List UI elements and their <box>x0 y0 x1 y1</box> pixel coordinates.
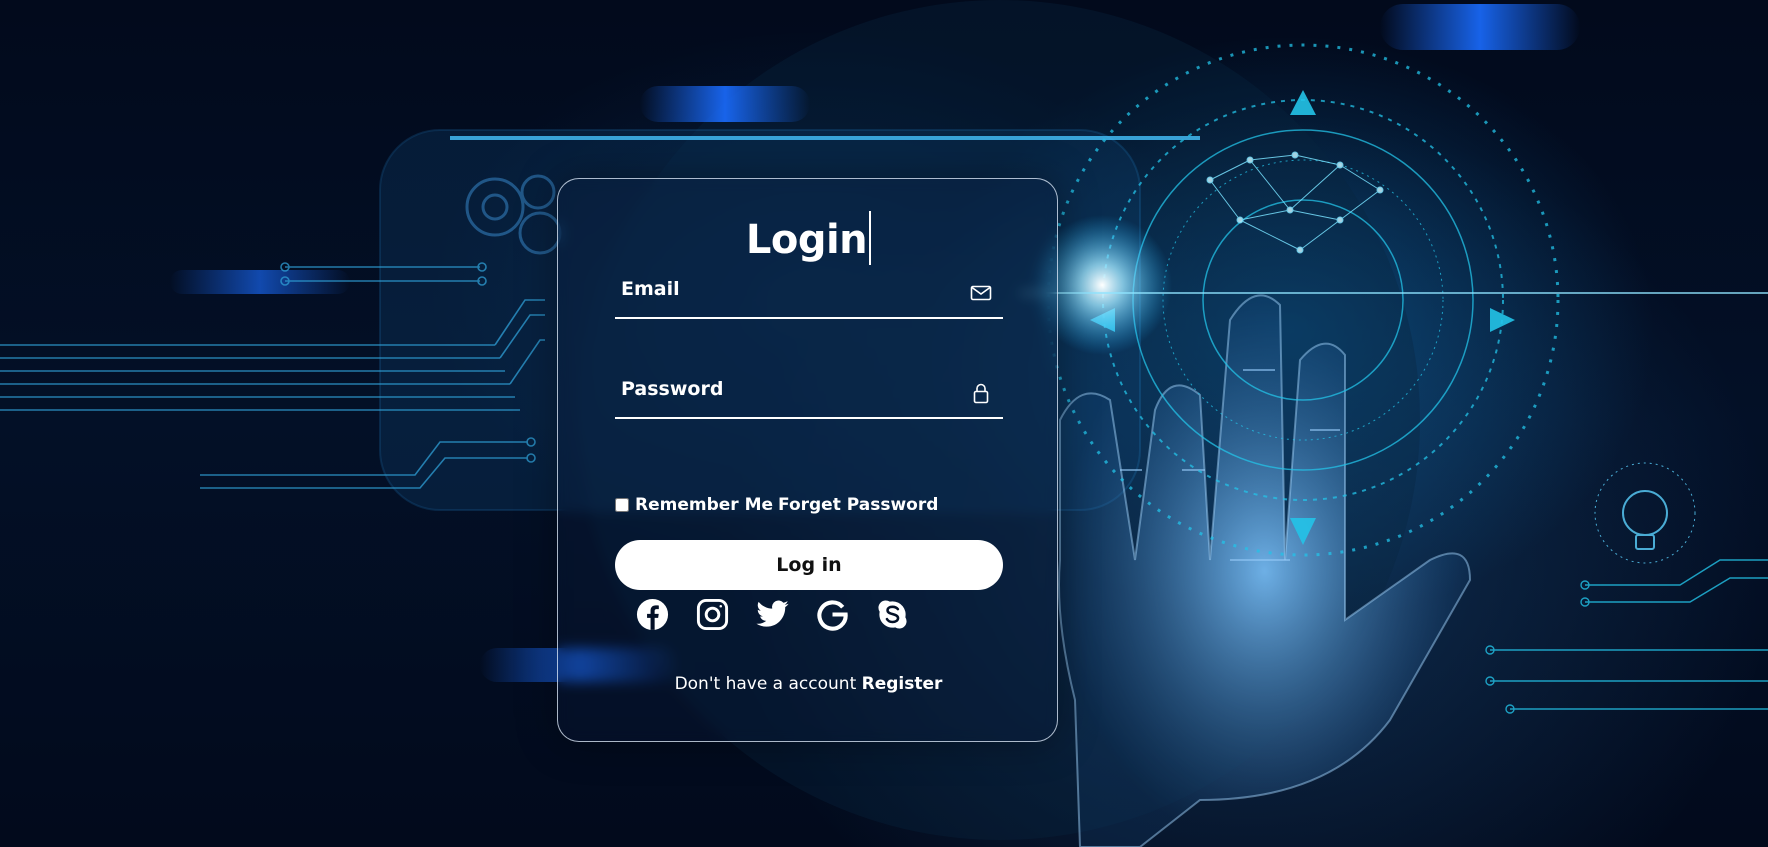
google-icon[interactable] <box>815 597 850 632</box>
facebook-icon[interactable] <box>635 597 670 632</box>
login-title-text: Login <box>745 217 868 263</box>
email-input[interactable] <box>615 265 955 313</box>
remember-checkbox[interactable] <box>615 498 629 512</box>
remember-row: Remember Me Forget Password <box>615 495 938 515</box>
text-caret <box>869 211 872 265</box>
lock-icon <box>969 381 993 405</box>
password-field-group <box>615 365 1003 419</box>
email-field-group <box>615 265 1003 319</box>
register-prompt-text: Don't have a account <box>674 674 857 694</box>
forget-password-link[interactable]: Forget Password <box>778 495 938 515</box>
login-card: Login Remember Me Forget P <box>557 178 1058 742</box>
remember-label: Remember Me <box>635 495 774 515</box>
register-link[interactable]: Register <box>862 674 943 694</box>
login-button[interactable]: Log in <box>615 540 1003 590</box>
password-input[interactable] <box>615 365 955 413</box>
twitter-icon[interactable] <box>755 597 790 632</box>
register-prompt: Don't have a account Register <box>558 674 1059 694</box>
instagram-icon[interactable] <box>695 597 730 632</box>
login-title: Login <box>558 211 1059 265</box>
envelope-icon <box>969 281 993 305</box>
skype-icon[interactable] <box>875 597 910 632</box>
login-page: Login Remember Me Forget P <box>0 0 1768 847</box>
social-login-row <box>635 597 910 632</box>
